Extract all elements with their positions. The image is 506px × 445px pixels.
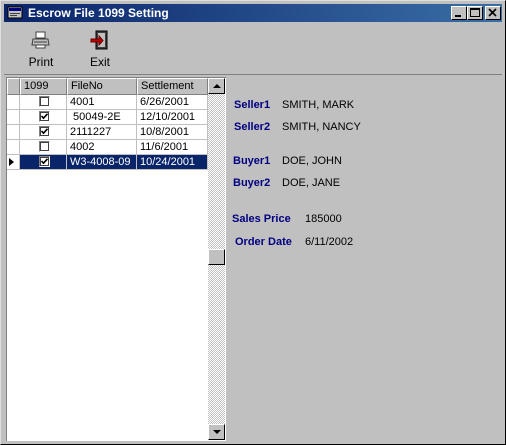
row-selector[interactable] bbox=[7, 140, 20, 155]
print-button[interactable]: Print bbox=[17, 26, 65, 72]
seller2-label: Seller2 bbox=[234, 121, 271, 133]
checkmark-icon bbox=[40, 113, 49, 120]
buyer1-value: DOE, JOHN bbox=[282, 155, 342, 167]
toolbar: Print Exit bbox=[4, 24, 502, 75]
settlement-cell[interactable]: 6/26/2001 bbox=[137, 95, 208, 110]
fileno-cell[interactable]: 4001 bbox=[67, 95, 137, 110]
window-app-icon bbox=[7, 6, 23, 19]
details-panel: Seller1 SMITH, MARK Seller2 SMITH, NANCY… bbox=[227, 77, 502, 441]
scroll-thumb[interactable] bbox=[208, 249, 225, 265]
1099-checkbox[interactable] bbox=[39, 156, 50, 167]
settlement-cell[interactable]: 11/6/2001 bbox=[137, 140, 208, 155]
exit-label: Exit bbox=[89, 55, 110, 69]
column-header-1099[interactable]: 1099 bbox=[20, 78, 67, 95]
scroll-down-button[interactable] bbox=[208, 424, 225, 440]
close-icon bbox=[488, 8, 497, 17]
row-selector[interactable] bbox=[7, 110, 20, 125]
current-row-arrow-icon bbox=[9, 158, 14, 166]
print-label: Print bbox=[28, 55, 54, 69]
1099-checkbox[interactable] bbox=[39, 126, 50, 137]
minimize-icon bbox=[455, 15, 461, 17]
fileno-cell[interactable]: 50049-2E bbox=[67, 110, 137, 125]
row-selector[interactable] bbox=[7, 155, 20, 170]
file-grid[interactable]: 1099 FileNo Settlement 4001 6/26/2001 50… bbox=[6, 77, 226, 441]
order-date-value: 6/11/2002 bbox=[305, 236, 354, 248]
seller1-value: SMITH, MARK bbox=[282, 99, 355, 111]
settlement-cell[interactable]: 10/24/2001 bbox=[137, 155, 208, 170]
close-button[interactable] bbox=[485, 6, 501, 20]
fileno-cell[interactable]: W3-4008-09 bbox=[67, 155, 137, 170]
scroll-up-button[interactable] bbox=[208, 78, 225, 94]
seller2-value: SMITH, NANCY bbox=[282, 121, 361, 133]
checkbox-cell[interactable] bbox=[20, 125, 67, 140]
exit-door-icon bbox=[90, 30, 108, 50]
printer-icon bbox=[31, 31, 50, 49]
1099-checkbox[interactable] bbox=[39, 111, 50, 122]
fileno-cell[interactable]: 2111227 bbox=[67, 125, 137, 140]
1099-checkbox[interactable] bbox=[39, 96, 50, 107]
fileno-cell[interactable]: 4002 bbox=[67, 140, 137, 155]
sales-price-value: 185000 bbox=[305, 213, 342, 225]
table-row[interactable]: 2111227 10/8/2001 bbox=[7, 125, 208, 140]
settlement-cell[interactable]: 12/10/2001 bbox=[137, 110, 208, 125]
table-row-selected[interactable]: W3-4008-09 10/24/2001 bbox=[7, 155, 208, 170]
maximize-button[interactable] bbox=[467, 6, 483, 20]
row-selector[interactable] bbox=[7, 125, 20, 140]
checkbox-cell[interactable] bbox=[20, 155, 67, 170]
settlement-cell[interactable]: 10/8/2001 bbox=[137, 125, 208, 140]
app-window: Escrow File 1099 Setting Print Exit 1099… bbox=[0, 0, 506, 445]
column-header-fileno[interactable]: FileNo bbox=[67, 78, 137, 95]
buyer1-label: Buyer1 bbox=[233, 155, 271, 167]
arrow-down-icon bbox=[213, 430, 221, 434]
row-selector[interactable] bbox=[7, 95, 20, 110]
buyer2-label: Buyer2 bbox=[233, 177, 271, 189]
table-row[interactable]: 50049-2E 12/10/2001 bbox=[7, 110, 208, 125]
arrow-up-icon bbox=[213, 84, 221, 88]
exit-button[interactable]: Exit bbox=[76, 26, 124, 72]
sales-price-label: Sales Price bbox=[232, 213, 291, 225]
checkbox-cell[interactable] bbox=[20, 95, 67, 110]
maximize-icon bbox=[470, 8, 480, 17]
seller1-label: Seller1 bbox=[234, 99, 271, 111]
minimize-button[interactable] bbox=[451, 6, 467, 20]
table-row[interactable]: 4002 11/6/2001 bbox=[7, 140, 208, 155]
vertical-scrollbar[interactable] bbox=[208, 78, 225, 440]
order-date-label: Order Date bbox=[235, 236, 292, 248]
checkmark-icon bbox=[40, 128, 49, 135]
window-title: Escrow File 1099 Setting bbox=[28, 6, 169, 20]
buyer2-value: DOE, JANE bbox=[282, 177, 341, 189]
table-row[interactable]: 4001 6/26/2001 bbox=[7, 95, 208, 110]
title-bar[interactable]: Escrow File 1099 Setting bbox=[4, 4, 502, 22]
column-header-settlement[interactable]: Settlement bbox=[137, 78, 208, 95]
row-selector-header bbox=[7, 78, 20, 95]
1099-checkbox[interactable] bbox=[39, 141, 50, 152]
checkbox-cell[interactable] bbox=[20, 110, 67, 125]
checkmark-icon bbox=[40, 158, 49, 165]
checkbox-cell[interactable] bbox=[20, 140, 67, 155]
